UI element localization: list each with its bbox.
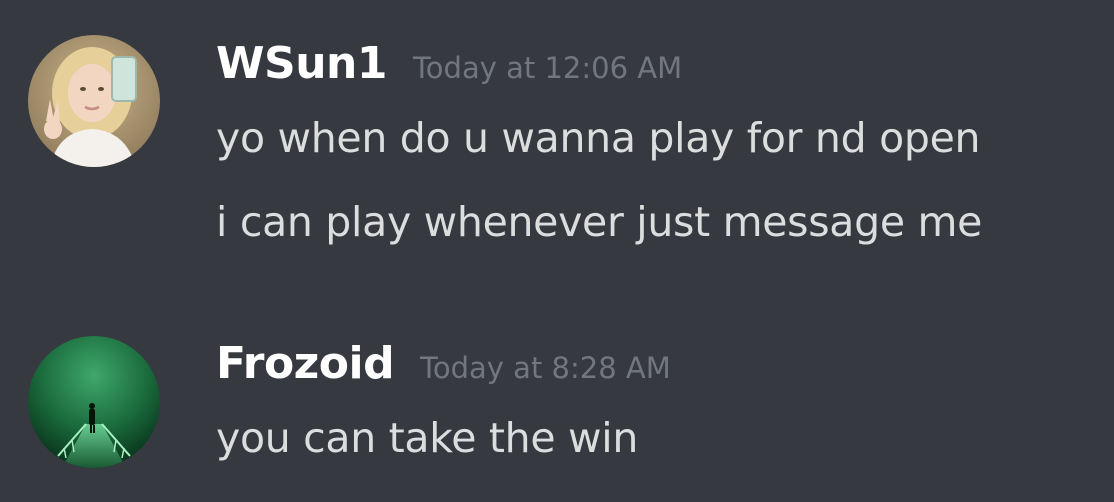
timestamp[interactable]: Today at 12:06 AM: [413, 51, 682, 85]
user-avatar-green-scene-icon: [28, 336, 160, 468]
message-header: WSun1 Today at 12:06 AM: [216, 38, 682, 89]
message-text: you can take the win: [216, 414, 639, 462]
timestamp[interactable]: Today at 8:28 AM: [420, 351, 671, 385]
username[interactable]: WSun1: [216, 38, 388, 89]
avatar[interactable]: [28, 336, 160, 468]
avatar[interactable]: [28, 35, 160, 167]
user-avatar-photo-icon: [28, 35, 160, 167]
message-text: i can play whenever just message me: [216, 198, 983, 246]
message-text: yo when do u wanna play for nd open: [216, 114, 981, 162]
chat-log: WSun1 Today at 12:06 AM yo when do u wan…: [0, 0, 1114, 502]
username[interactable]: Frozoid: [216, 338, 395, 389]
message-header: Frozoid Today at 8:28 AM: [216, 338, 671, 389]
